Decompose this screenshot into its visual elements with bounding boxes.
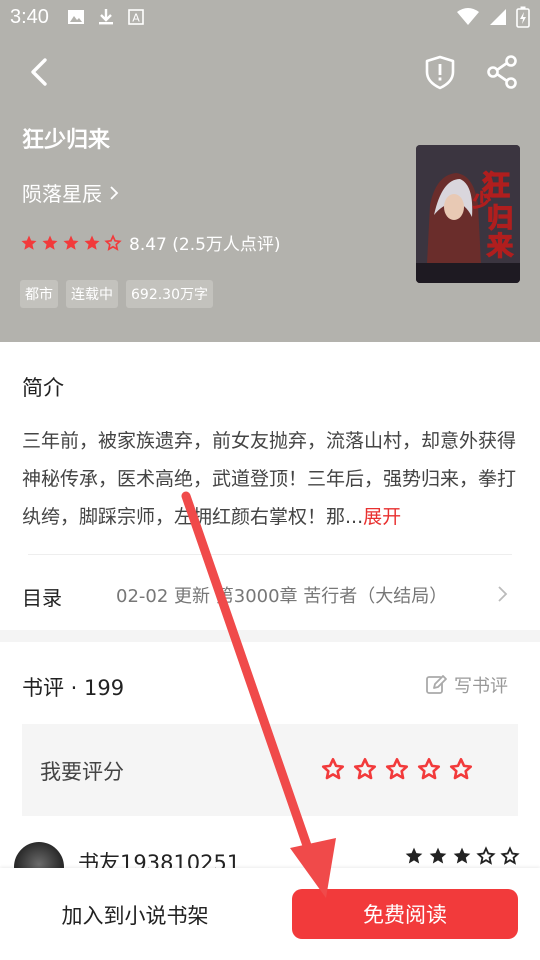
write-review-label: 写书评	[454, 676, 508, 697]
rating-row: 8.47 (2.5万人点评)	[20, 230, 281, 255]
shield-icon	[425, 55, 455, 90]
free-read-button[interactable]: 免费阅读	[292, 889, 518, 939]
star-icon	[63, 235, 79, 250]
star-icon	[453, 847, 471, 864]
divider	[28, 554, 512, 555]
status-right-icons	[456, 6, 530, 28]
report-button[interactable]	[420, 52, 460, 92]
star-icon	[21, 235, 37, 250]
star-icon	[429, 847, 447, 864]
table-of-contents-row[interactable]: 目录 02-02 更新 第3000章 苦行者（大结局）	[0, 572, 540, 616]
share-button[interactable]	[482, 52, 522, 92]
star-outline-icon	[104, 233, 122, 251]
book-cover[interactable]: 狂 归 来 少	[416, 145, 520, 283]
write-review-button[interactable]: 写书评	[424, 672, 508, 698]
reviews-heading: 书评 · 199	[22, 676, 125, 700]
star-outline-icon	[476, 846, 496, 865]
author-link[interactable]: 陨落星辰	[22, 178, 120, 207]
wifi-icon	[457, 8, 479, 25]
star-outline-icon[interactable]	[320, 756, 346, 782]
intro-body: 三年前，被家族遗弃，前女友抛弃，流落山村，却意外获得神秘传承，医术高绝，武道登顶…	[22, 430, 517, 528]
star-icon	[84, 235, 100, 250]
star-outline-icon[interactable]	[384, 756, 410, 782]
star-outline-icon[interactable]	[416, 756, 442, 782]
tag-genre: 都市	[20, 280, 58, 308]
add-to-shelf-button[interactable]: 加入到小说书架	[40, 890, 230, 940]
download-icon	[99, 9, 113, 25]
star-icon	[405, 847, 423, 864]
star-outline-icon	[500, 846, 520, 865]
toc-label: 目录	[22, 586, 62, 610]
top-navigation	[0, 48, 540, 96]
toc-latest-chapter: 02-02 更新 第3000章 苦行者（大结局）	[116, 586, 448, 607]
book-tags: 都市 连载中 692.30万字	[20, 280, 213, 308]
star-outline-icon[interactable]	[352, 756, 378, 782]
rate-stars[interactable]	[320, 756, 474, 782]
status-bar: 3:40 A	[0, 0, 540, 36]
expand-link[interactable]: 展开	[363, 506, 401, 528]
chevron-right-icon	[498, 586, 508, 602]
section-gap	[0, 630, 540, 642]
back-button[interactable]	[22, 54, 58, 90]
status-left-icons: A	[66, 7, 146, 27]
image-icon	[68, 10, 84, 24]
rating-score: 8.47 (2.5万人点评)	[129, 235, 281, 255]
edit-icon	[426, 675, 447, 694]
reviews-section: 书评 · 199 写书评 我要评分	[0, 642, 540, 868]
tag-status: 连载中	[66, 280, 118, 308]
signal-icon	[490, 9, 506, 25]
reviewer-rating	[404, 846, 520, 866]
intro-section: 简介 三年前，被家族遗弃，前女友抛弃，流落山村，却意外获得神秘传承，医术高绝，武…	[0, 342, 540, 630]
svg-text:A: A	[132, 12, 140, 25]
rate-label: 我要评分	[40, 760, 124, 784]
text-a-icon: A	[128, 9, 144, 25]
chevron-right-icon	[110, 185, 119, 200]
battery-charging-icon	[516, 6, 530, 28]
intro-heading: 简介	[22, 376, 64, 400]
star-icon	[42, 235, 58, 250]
intro-text: 三年前，被家族遗弃，前女友抛弃，流落山村，却意外获得神秘传承，医术高绝，武道登顶…	[22, 422, 518, 536]
bottom-action-bar: 加入到小说书架 免费阅读	[0, 868, 540, 960]
share-icon	[487, 55, 517, 89]
svg-text:少: 少	[472, 191, 491, 212]
author-name: 陨落星辰	[22, 182, 102, 206]
star-outline-icon[interactable]	[448, 756, 474, 782]
status-time: 3:40	[10, 6, 49, 28]
tag-word-count: 692.30万字	[126, 280, 213, 308]
rate-box: 我要评分	[22, 724, 518, 816]
svg-text:来: 来	[487, 232, 514, 262]
book-title: 狂少归来	[22, 128, 111, 153]
cover-illustration: 狂 归 来 少	[416, 145, 520, 283]
book-header: 3:40 A 狂少归来 陨落星辰 8.47 (2.5万人点评) 都市 连载中 6…	[0, 0, 540, 342]
chevron-left-icon	[31, 58, 47, 86]
